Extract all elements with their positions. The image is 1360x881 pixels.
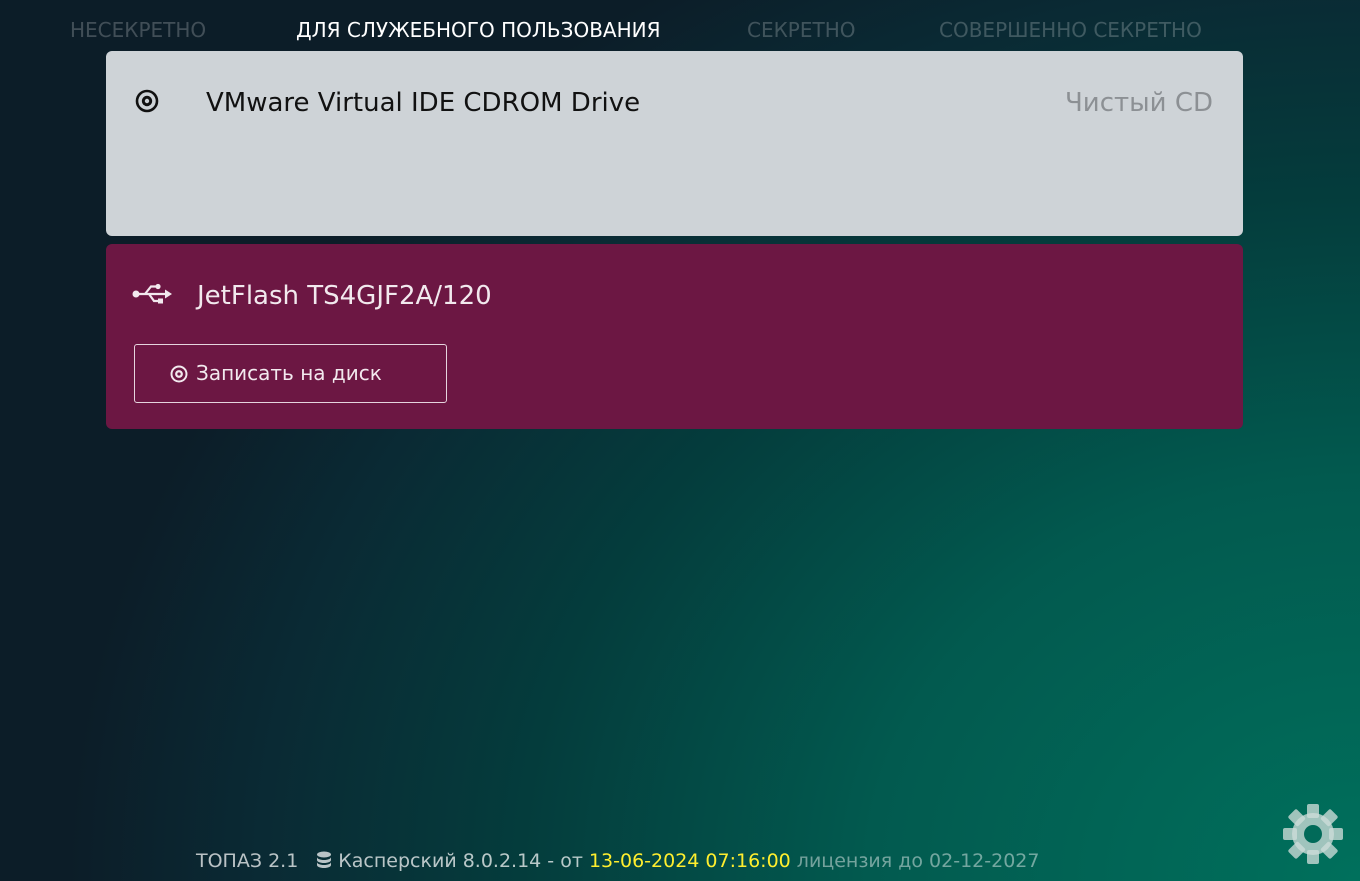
antivirus-version: Касперский 8.0.2.14 - от — [338, 850, 583, 872]
disc-icon — [135, 89, 159, 113]
usb-drive-card[interactable]: JetFlash TS4GJF2A/120 Записать на диск — [106, 244, 1243, 429]
cd-drive-card[interactable]: VMware Virtual IDE CDROM Drive Чистый CD — [106, 51, 1243, 236]
license-expiry: лицензия до 02-12-2027 — [796, 850, 1040, 872]
tab-unclassified[interactable]: НЕСЕКРЕТНО — [70, 16, 206, 44]
app-version: ТОПАЗ 2.1 — [196, 850, 299, 872]
usb-icon — [132, 283, 172, 304]
cd-drive-status: Чистый CD — [1064, 88, 1213, 118]
tab-official-use[interactable]: ДЛЯ СЛУЖЕБНОГО ПОЛЬЗОВАНИЯ — [296, 16, 661, 44]
burn-to-disc-button[interactable]: Записать на диск — [134, 344, 447, 403]
antivirus-date: 13-06-2024 07:16:00 — [588, 850, 791, 872]
status-bar: ТОПАЗ 2.1 Касперский 8.0.2.14 - от 13-06… — [196, 846, 1039, 876]
gear-icon[interactable] — [1281, 802, 1345, 866]
disc-icon — [170, 365, 188, 383]
burn-to-disc-label: Записать на диск — [196, 361, 382, 385]
tab-secret[interactable]: СЕКРЕТНО — [747, 16, 856, 44]
classification-tabs: НЕСЕКРЕТНО ДЛЯ СЛУЖЕБНОГО ПОЛЬЗОВАНИЯ СЕ… — [0, 16, 1360, 46]
tab-top-secret[interactable]: СОВЕРШЕННО СЕКРЕТНО — [939, 16, 1202, 44]
usb-drive-name: JetFlash TS4GJF2A/120 — [197, 281, 492, 311]
database-icon — [317, 851, 332, 868]
cd-drive-name: VMware Virtual IDE CDROM Drive — [206, 88, 641, 118]
